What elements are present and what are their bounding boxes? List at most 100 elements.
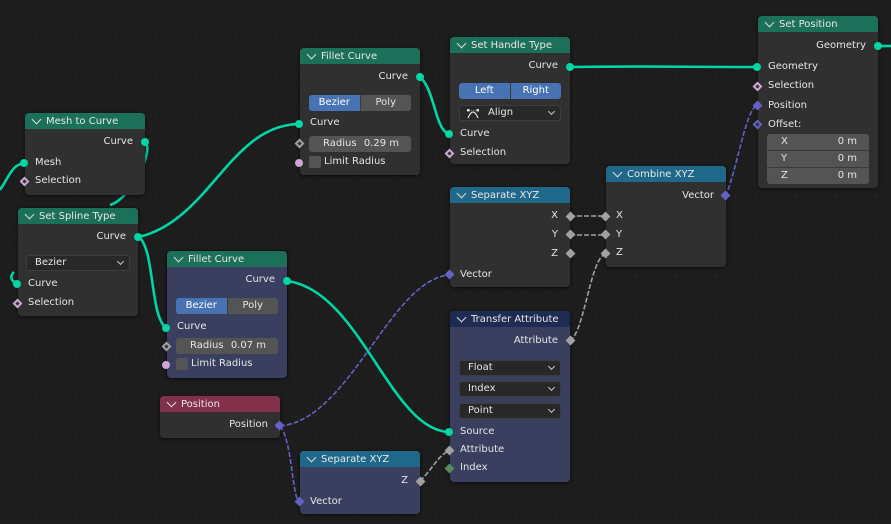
input-label: Y xyxy=(616,229,623,240)
checkbox-label: Limit Radius xyxy=(191,358,253,369)
link-combine-to-position[interactable] xyxy=(724,104,758,197)
node-transfer-attribute[interactable]: Transfer Attribute Attribute Float Index… xyxy=(450,311,570,482)
node-header[interactable]: Position xyxy=(160,396,280,412)
node-header[interactable]: Separate XYZ xyxy=(450,187,570,203)
collapse-chevron-icon[interactable] xyxy=(456,38,467,49)
link-position-to-sepxyz2[interactable] xyxy=(279,425,300,503)
node-title: Position xyxy=(181,398,220,410)
collapse-chevron-icon[interactable] xyxy=(306,452,317,463)
node-set-handle-type[interactable]: Set Handle Type Curve Left Right Align C… xyxy=(450,37,570,164)
node-header[interactable]: Combine XYZ xyxy=(606,166,726,182)
offset-x-field[interactable]: X 0 m xyxy=(767,134,869,151)
node-title: Transfer Attribute xyxy=(471,313,559,325)
mode-selector[interactable]: Bezier Poly xyxy=(176,298,278,314)
link-fillet2-to-source[interactable] xyxy=(286,279,450,434)
dropdown-value: Bezier xyxy=(35,257,67,268)
offset-z-field[interactable]: Z 0 m xyxy=(767,168,869,184)
socket-source-in[interactable] xyxy=(445,428,453,436)
socket-geometry-in[interactable] xyxy=(753,63,761,71)
chevron-down-icon xyxy=(547,107,556,116)
link-mesh-input[interactable] xyxy=(0,161,25,191)
socket-curve-out[interactable] xyxy=(416,73,424,81)
socket-mesh-in[interactable] xyxy=(20,159,28,167)
node-title: Fillet Curve xyxy=(321,50,378,62)
node-position[interactable]: Position Position xyxy=(160,396,280,438)
mode-poly[interactable]: Poly xyxy=(360,95,411,111)
limit-radius-checkbox[interactable] xyxy=(309,156,321,168)
data-type-dropdown[interactable]: Float xyxy=(459,360,561,376)
dropdown-value: Align xyxy=(488,107,514,118)
node-separate-xyz[interactable]: Separate XYZ X Y Z Vector xyxy=(450,187,570,287)
collapse-chevron-icon[interactable] xyxy=(173,252,184,263)
axis-value: 0 m xyxy=(837,153,857,164)
socket-curve-out[interactable] xyxy=(566,63,574,71)
input-label: Attribute xyxy=(460,444,505,455)
node-header[interactable]: Transfer Attribute xyxy=(450,311,570,327)
socket-curve-in[interactable] xyxy=(445,130,453,138)
node-header[interactable]: Mesh to Curve xyxy=(25,113,145,129)
link-sepz-to-attribute[interactable] xyxy=(419,450,450,482)
limit-radius-checkbox[interactable] xyxy=(176,358,188,370)
socket-curve-out[interactable] xyxy=(141,138,149,146)
input-label: Curve xyxy=(177,321,207,332)
node-header[interactable]: Set Position xyxy=(758,16,878,32)
collapse-chevron-icon[interactable] xyxy=(24,209,35,220)
node-header[interactable]: Fillet Curve xyxy=(300,48,420,64)
socket-curve-in[interactable] xyxy=(162,324,170,332)
node-header[interactable]: Fillet Curve xyxy=(167,251,287,267)
node-header[interactable]: Set Spline Type xyxy=(18,208,138,224)
node-separate-xyz[interactable]: Separate XYZ Z Vector xyxy=(300,451,420,514)
side-right[interactable]: Right xyxy=(510,83,561,99)
chevron-down-icon xyxy=(547,383,556,392)
node-mesh-to-curve[interactable]: Mesh to Curve Curve Mesh Selection xyxy=(25,113,145,195)
collapse-chevron-icon[interactable] xyxy=(456,312,467,323)
node-fillet-curve[interactable]: Fillet Curve Curve Bezier Poly Curve Rad… xyxy=(167,251,287,378)
input-label: Geometry xyxy=(768,61,818,72)
mode-bezier[interactable]: Bezier xyxy=(309,95,361,111)
socket-curve-out[interactable] xyxy=(283,277,291,285)
collapse-chevron-icon[interactable] xyxy=(166,397,177,408)
link-fillet1-to-handle[interactable] xyxy=(419,76,450,136)
collapse-chevron-icon[interactable] xyxy=(31,114,42,125)
mode-poly[interactable]: Poly xyxy=(227,298,278,314)
socket-limit-radius-in[interactable] xyxy=(295,159,303,167)
node-title: Mesh to Curve xyxy=(46,115,119,127)
socket-curve-out[interactable] xyxy=(134,233,142,241)
input-label: Curve xyxy=(460,128,490,139)
offset-y-field[interactable]: Y 0 m xyxy=(767,151,869,168)
link-position-to-sepxyz1[interactable] xyxy=(279,274,450,427)
node-set-spline-type[interactable]: Set Spline Type Curve Bezier Curve Selec… xyxy=(18,208,138,316)
link-attr-to-z[interactable] xyxy=(569,253,606,342)
collapse-chevron-icon[interactable] xyxy=(456,188,467,199)
mode-selector[interactable]: Bezier Poly xyxy=(309,95,411,111)
offset-vector-field[interactable]: X 0 m Y 0 m Z 0 m xyxy=(767,134,869,184)
node-combine-xyz[interactable]: Combine XYZ Vector X Y Z xyxy=(606,166,726,267)
socket-limit-radius-in[interactable] xyxy=(162,361,170,369)
axis-label: Z xyxy=(781,170,788,181)
collapse-chevron-icon[interactable] xyxy=(306,49,317,60)
spline-type-dropdown[interactable]: Bezier xyxy=(26,255,130,271)
radius-field[interactable]: Radius 0.07 m xyxy=(176,338,278,354)
socket-curve-in[interactable] xyxy=(295,120,303,128)
output-label: Curve xyxy=(378,71,408,82)
mode-bezier[interactable]: Bezier xyxy=(176,298,228,314)
node-set-position[interactable]: Set Position Geometry Geometry Selection… xyxy=(758,16,878,188)
handle-side-selector[interactable]: Left Right xyxy=(459,83,561,99)
collapse-chevron-icon[interactable] xyxy=(764,17,775,28)
handle-type-dropdown[interactable]: Align xyxy=(459,105,561,121)
link-spline-to-fillet1[interactable] xyxy=(138,122,300,239)
input-label: Offset: xyxy=(768,119,802,130)
socket-curve-in[interactable] xyxy=(13,280,21,288)
socket-geometry-out[interactable] xyxy=(874,42,882,50)
domain-dropdown[interactable]: Point xyxy=(459,403,561,419)
chevron-down-icon xyxy=(116,257,125,266)
node-fillet-curve[interactable]: Fillet Curve Curve Bezier Poly Curve Rad… xyxy=(300,48,420,175)
link-spline-to-fillet2[interactable] xyxy=(138,235,168,330)
mapping-dropdown[interactable]: Index xyxy=(459,381,561,397)
radius-field[interactable]: Radius 0.29 m xyxy=(309,136,411,152)
checkbox-label: Limit Radius xyxy=(324,156,386,167)
side-left[interactable]: Left xyxy=(459,83,511,99)
collapse-chevron-icon[interactable] xyxy=(612,167,623,178)
node-header[interactable]: Separate XYZ xyxy=(300,451,420,467)
node-header[interactable]: Set Handle Type xyxy=(450,37,570,53)
